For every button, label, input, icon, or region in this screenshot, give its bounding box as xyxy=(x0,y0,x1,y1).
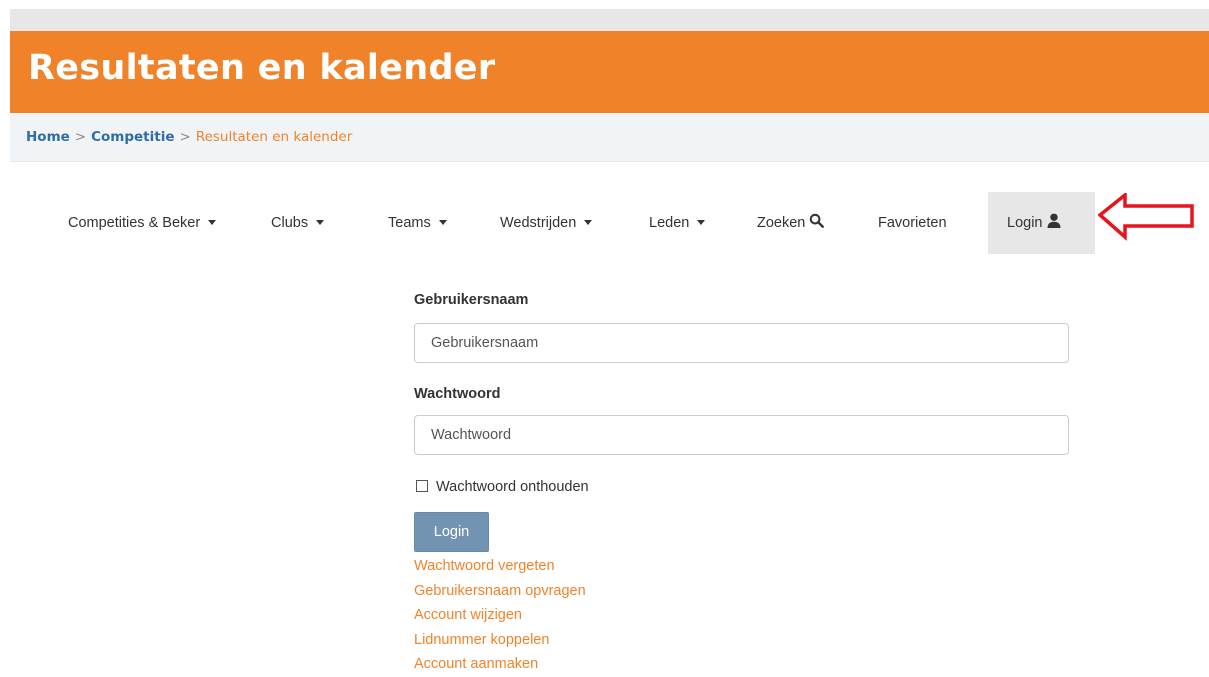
nav-teams[interactable]: Teams xyxy=(388,192,447,254)
breadcrumb-competitie-link[interactable]: Competitie xyxy=(91,129,174,145)
login-button[interactable]: Login xyxy=(414,512,489,552)
nav-wedstrijden[interactable]: Wedstrijden xyxy=(500,192,593,254)
breadcrumb-separator: > xyxy=(179,129,191,145)
request-username-link[interactable]: Gebruikersnaam opvragen xyxy=(414,579,586,604)
chevron-down-icon xyxy=(697,219,706,225)
remember-password-checkbox[interactable] xyxy=(416,479,428,492)
password-input[interactable] xyxy=(414,415,1069,455)
search-icon xyxy=(809,213,825,231)
edit-account-link[interactable]: Account wijzigen xyxy=(414,603,586,628)
nav-item-label: Login xyxy=(1007,215,1043,231)
nav-login[interactable]: Login xyxy=(988,192,1095,254)
nav-item-label: Wedstrijden xyxy=(500,215,577,231)
page-title: Resultaten en kalender xyxy=(28,48,496,88)
nav-clubs[interactable]: Clubs xyxy=(271,192,325,254)
annotation-arrow-icon xyxy=(1098,193,1194,241)
forgot-password-link[interactable]: Wachtwoord vergeten xyxy=(414,554,586,579)
chevron-down-icon xyxy=(584,219,593,225)
nav-item-label: Competities & Beker xyxy=(68,215,201,231)
nav-item-label: Clubs xyxy=(271,215,309,231)
username-input[interactable] xyxy=(414,323,1069,363)
top-strip xyxy=(0,0,1209,9)
username-label: Gebruikersnaam xyxy=(414,292,529,308)
nav-item-label: Zoeken xyxy=(757,215,806,231)
page-header: Resultaten en kalender xyxy=(10,31,1209,113)
chevron-down-icon xyxy=(316,219,325,225)
password-label: Wachtwoord xyxy=(414,386,501,402)
user-icon xyxy=(1047,213,1061,231)
remember-password-label: Wachtwoord onthouden xyxy=(436,479,589,495)
chevron-down-icon xyxy=(438,219,447,225)
nav-item-label: Leden xyxy=(649,215,690,231)
create-account-link[interactable]: Account aanmaken xyxy=(414,652,586,677)
remember-password: Wachtwoord onthouden xyxy=(414,478,589,496)
breadcrumb: Home > Competitie > Resultaten en kalender xyxy=(26,128,352,146)
nav-leden[interactable]: Leden xyxy=(649,192,706,254)
breadcrumb-separator: > xyxy=(74,129,87,145)
nav-item-label: Teams xyxy=(388,215,431,231)
breadcrumb-home-link[interactable]: Home xyxy=(26,129,70,145)
main-nav: Competities & Beker Clubs Teams Wedstrij… xyxy=(0,192,1209,254)
nav-favorieten[interactable]: Favorieten xyxy=(878,192,947,254)
breadcrumb-bar: Home > Competitie > Resultaten en kalender xyxy=(10,113,1209,162)
nav-item-label: Favorieten xyxy=(878,215,947,231)
chevron-down-icon xyxy=(208,219,217,225)
top-bar xyxy=(10,9,1209,31)
link-member-number-link[interactable]: Lidnummer koppelen xyxy=(414,628,586,653)
nav-zoeken[interactable]: Zoeken xyxy=(757,192,825,254)
nav-competities-beker[interactable]: Competities & Beker xyxy=(68,192,217,254)
breadcrumb-current: Resultaten en kalender xyxy=(195,129,353,145)
account-links: Wachtwoord vergeten Gebruikersnaam opvra… xyxy=(414,554,586,677)
